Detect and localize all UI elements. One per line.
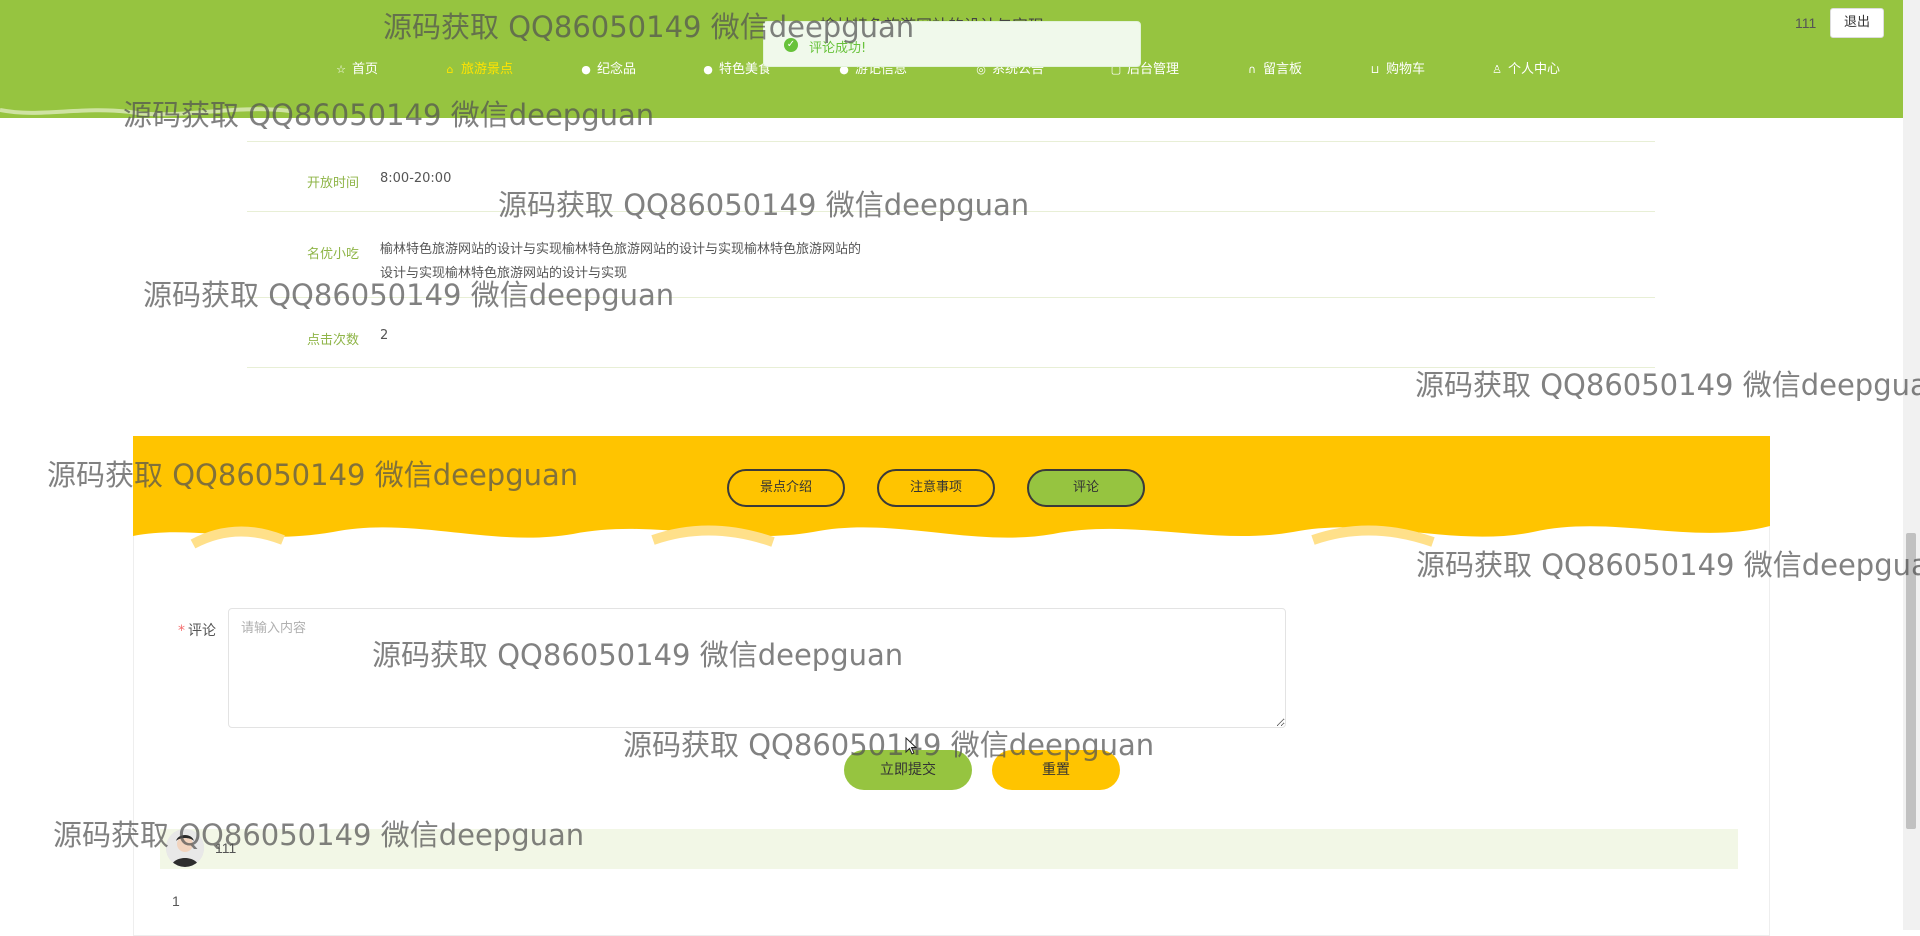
page-scrollbar-thumb[interactable] — [1906, 533, 1916, 829]
detail-label: 点击次数 — [306, 333, 359, 348]
cart-icon: ⊔ — [1370, 63, 1380, 76]
nav-item-souvenirs[interactable]: ● 纪念品 — [580, 58, 636, 77]
detail-label: 名优小吃 — [306, 247, 359, 262]
current-user-name: 111 — [1795, 15, 1817, 31]
mouse-cursor-icon — [905, 737, 917, 755]
detail-row: 名优小吃 榆林特色旅游网站的设计与实现榆林特色旅游网站的设计与实现榆林特色旅游网… — [247, 211, 1655, 298]
logout-button[interactable]: 退出 — [1830, 8, 1884, 38]
avatar — [166, 829, 204, 867]
nav-label: 留言板 — [1263, 62, 1303, 77]
nav-label: 购物车 — [1386, 62, 1426, 77]
nav-item-cart[interactable]: ⊔ 购物车 — [1369, 58, 1425, 77]
info-icon: ● — [581, 63, 591, 76]
reset-button[interactable]: 重置 — [992, 750, 1120, 790]
tab-attraction-intro[interactable]: 景点介绍 — [727, 469, 845, 507]
detail-row: 点击次数 2 — [247, 297, 1655, 368]
detail-label: 开放时间 — [306, 176, 359, 191]
detail-row-divider — [247, 108, 1655, 142]
tab-notes[interactable]: 注意事项 — [877, 469, 995, 507]
nav-label: 首页 — [352, 62, 379, 77]
success-toast: ✓ 评论成功! — [763, 21, 1141, 67]
comment-field-label: * 评论 — [178, 620, 216, 640]
detail-value: 榆林特色旅游网站的设计与实现榆林特色旅游网站的设计与实现榆林特色旅游网站的设计与… — [380, 242, 862, 281]
submit-button[interactable]: 立即提交 — [844, 750, 972, 790]
comment-input[interactable] — [228, 608, 1286, 728]
tab-comments[interactable]: 评论 — [1027, 469, 1145, 507]
nav-item-food[interactable]: ● 特色美食 — [702, 58, 771, 77]
nav-label: 个人中心 — [1508, 62, 1561, 77]
user-icon: ♙ — [1492, 63, 1502, 76]
detail-row: 开放时间 8:00-20:00 — [247, 141, 1655, 212]
required-mark: * — [178, 623, 185, 639]
nav-label: 旅游景点 — [461, 62, 514, 77]
nav-item-attractions[interactable]: ⌂ 旅游景点 — [444, 58, 514, 77]
detail-value: 2 — [380, 328, 389, 343]
headset-icon: ∩ — [1247, 63, 1257, 76]
star-icon: ☆ — [336, 63, 346, 76]
comment-label-text: 评论 — [188, 623, 216, 639]
nav-item-message-board[interactable]: ∩ 留言板 — [1246, 58, 1302, 77]
nav-item-profile[interactable]: ♙ 个人中心 — [1491, 58, 1560, 77]
success-check-icon: ✓ — [784, 38, 798, 52]
comment-item — [160, 829, 1738, 869]
bag-icon: ⌂ — [446, 63, 454, 76]
detail-value: 8:00-20:00 — [380, 171, 452, 186]
nav-item-home[interactable]: ☆ 首页 — [335, 58, 378, 77]
info-icon: ● — [703, 63, 713, 76]
comment-username: 111 — [215, 840, 237, 856]
watermark-text: 源码获取 QQ86050149 微信deepguan — [1415, 368, 1920, 402]
comment-content: 1 — [172, 893, 180, 909]
nav-label: 纪念品 — [597, 62, 637, 77]
toast-message: 评论成功! — [809, 41, 867, 56]
